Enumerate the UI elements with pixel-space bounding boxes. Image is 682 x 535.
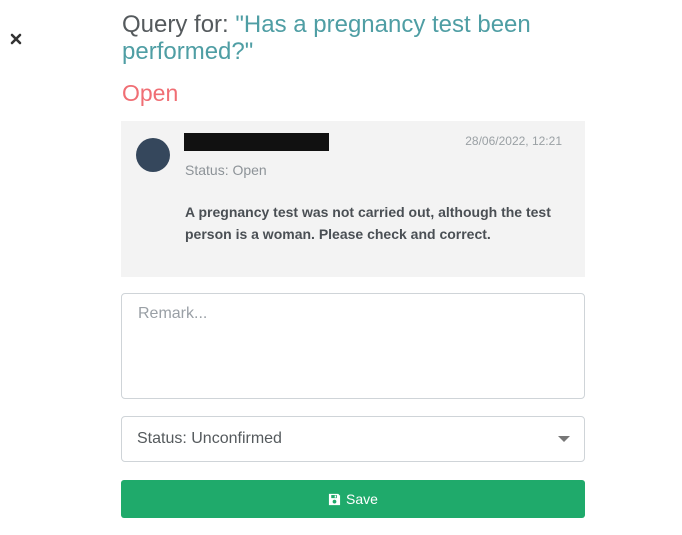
save-button[interactable]: Save xyxy=(121,480,585,518)
remark-input[interactable] xyxy=(121,293,585,399)
comment-text: A pregnancy test was not carried out, al… xyxy=(185,204,551,242)
query-status-label: Open xyxy=(122,80,179,106)
comment-card: 28/06/2022, 12:21 Status: Open A pregnan… xyxy=(121,121,585,277)
save-button-label: Save xyxy=(346,491,378,507)
save-icon xyxy=(328,493,341,506)
page-title: Query for: "Has a pregnancy test been pe… xyxy=(122,11,572,65)
author-name-redacted xyxy=(184,133,329,151)
status-select-value: Status: Unconfirmed xyxy=(137,430,282,447)
close-icon xyxy=(10,33,22,45)
comment-timestamp: 28/06/2022, 12:21 xyxy=(465,134,562,148)
comment-status: Status: Open xyxy=(185,162,267,178)
status-select[interactable]: Status: Unconfirmed xyxy=(121,416,585,462)
query-panel: Query for: "Has a pregnancy test been pe… xyxy=(0,0,682,535)
chevron-down-icon xyxy=(558,436,570,442)
title-prefix: Query for: xyxy=(122,11,236,38)
avatar xyxy=(136,138,170,172)
close-button[interactable] xyxy=(7,30,25,48)
